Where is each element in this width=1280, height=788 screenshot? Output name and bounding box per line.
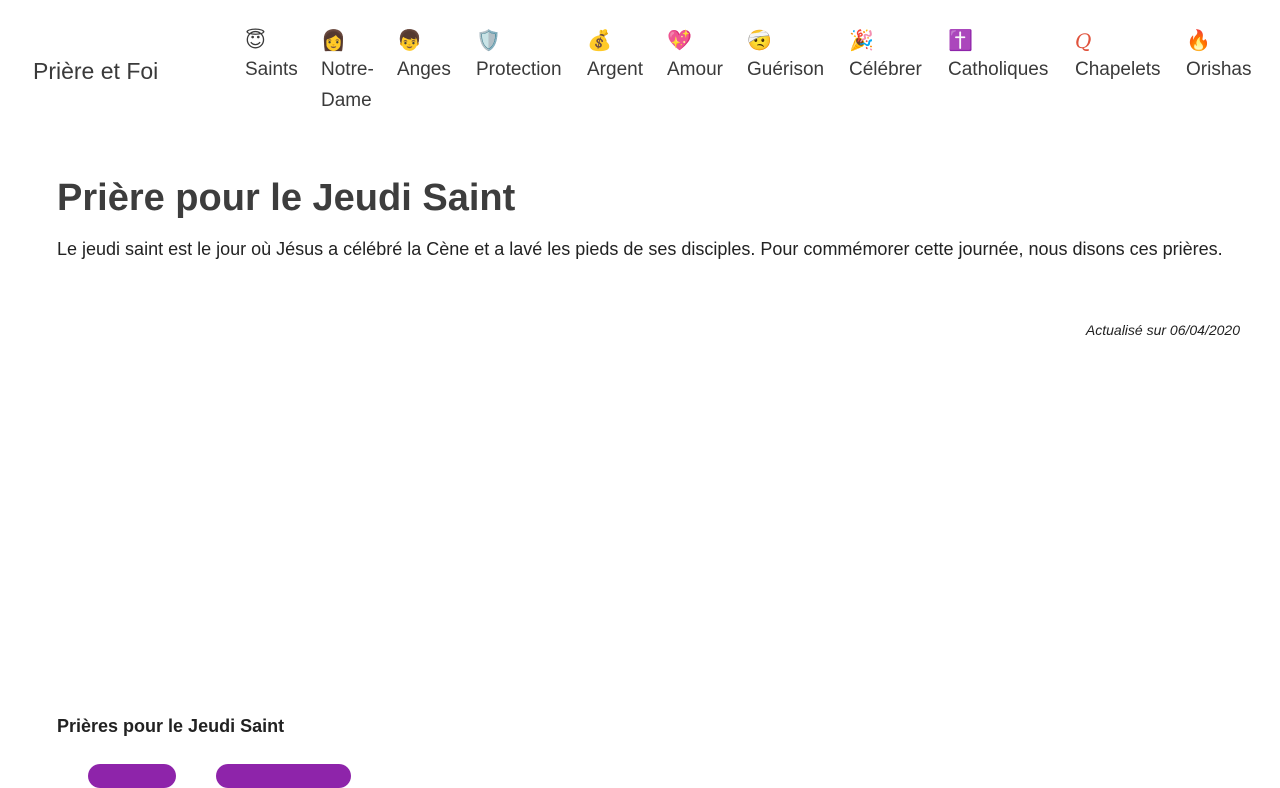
intro-paragraph: Le jeudi saint est le jour où Jésus a cé… (57, 239, 1223, 259)
nav-item-label: Notre-Dame (321, 59, 374, 111)
section-title: Prières pour le Jeudi Saint (57, 716, 285, 736)
boy-icon: 👦 (397, 30, 422, 52)
nav-item-label: Argent (587, 59, 643, 80)
rosary-icon: Q (1075, 29, 1092, 53)
money-bag-icon: 💰 (587, 30, 612, 52)
nav-item-label: Saints (245, 59, 298, 80)
nav-item-label: Guérison (747, 59, 825, 80)
top-navbar: Prière et Foi 😇 Saints 👩 Notre-Dame 👦 An… (0, 0, 1280, 130)
nav-item-argent[interactable]: 💰 Argent (587, 28, 643, 85)
shield-icon: 🛡️ (476, 30, 501, 52)
nav-item-anges[interactable]: 👦 Anges (397, 28, 451, 85)
sparkling-heart-icon: 💖 (667, 30, 692, 52)
fire-icon: 🔥 (1186, 30, 1211, 52)
nav-item-notre-dame[interactable]: 👩 Notre-Dame (321, 28, 383, 116)
bandage-face-icon: 🤕 (747, 30, 772, 52)
nav-item-celebrer[interactable]: 🎉 Célébrer (849, 28, 922, 85)
nav-item-label: Chapelets (1075, 59, 1161, 80)
nav-item-protection[interactable]: 🛡️ Protection (476, 28, 562, 85)
halo-face-icon: 😇 (245, 30, 266, 52)
nav-item-amour[interactable]: 💖 Amour (667, 28, 723, 85)
nav-item-label: Célébrer (849, 59, 922, 80)
nav-item-saints[interactable]: 😇 Saints (245, 28, 298, 85)
nav-item-label: Catholiques (948, 59, 1049, 80)
nav-item-guerison[interactable]: 🤕 Guérison (747, 28, 824, 85)
cross-icon: ✝️ (948, 30, 973, 52)
site-brand[interactable]: Prière et Foi (33, 58, 158, 84)
woman-icon: 👩 (321, 30, 346, 52)
nav-item-chapelets[interactable]: Q Chapelets (1075, 28, 1161, 85)
nav-item-label: Orishas (1186, 59, 1252, 80)
main-content: Prière pour le Jeudi Saint Le jeudi sain… (57, 170, 1247, 338)
nav-item-catholiques[interactable]: ✝️ Catholiques (948, 28, 1048, 85)
nav-item-label: Amour (667, 59, 723, 80)
nav-item-label: Anges (397, 59, 451, 80)
party-popper-icon: 🎉 (849, 30, 874, 52)
nav-item-label: Protection (476, 59, 562, 80)
nav-item-orishas[interactable]: 🔥 Orishas (1186, 28, 1251, 85)
updated-date: Actualisé sur 06/04/2020 (1085, 322, 1240, 338)
page-title: Prière pour le Jeudi Saint (57, 177, 516, 219)
